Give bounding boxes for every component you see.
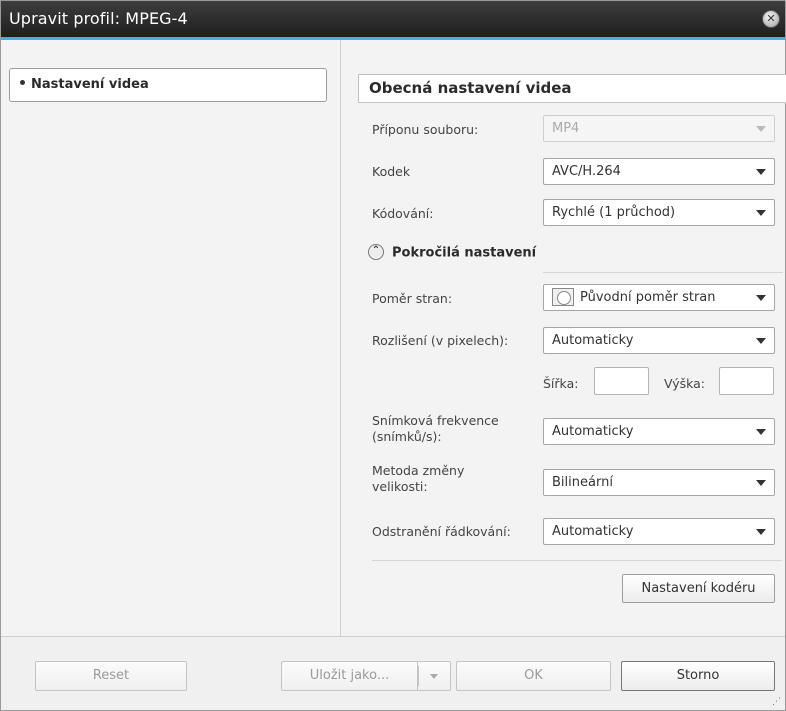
extension-label: Příponu souboru: [372,122,479,137]
frame-rate-label-line2: (snímků/s): [372,429,442,444]
encoder-settings-button[interactable]: Nastavení kodéru [622,574,775,603]
resize-method-label-line2: velikosti: [372,479,428,494]
width-label: Šířka: [543,376,579,391]
resize-grip-icon[interactable]: ⋰ [772,697,782,707]
section-title: Obecná nastavení videa [358,74,786,103]
aspect-ratio-icon [552,287,574,306]
frame-rate-value: Automaticky [552,424,634,439]
codec-value: AVC/H.264 [552,164,621,179]
resolution-label: Rozlišení (v pixelech): [372,333,509,348]
chevron-down-icon [756,338,766,344]
save-as-dropdown[interactable] [417,661,451,691]
save-as-split-button[interactable]: Uložit jako... [281,661,451,691]
extension-value: MP4 [552,121,580,136]
footer: Reset Uložit jako... OK Storno ⋰ [1,636,785,710]
aspect-ratio-value: Původní poměr stran [580,290,716,305]
resize-method-select[interactable]: Bilineární [543,469,775,496]
divider [543,272,783,273]
chevron-down-icon [756,295,766,301]
deinterlace-label: Odstranění řádkování: [372,524,511,539]
width-input[interactable] [594,367,649,395]
deinterlace-select[interactable]: Automaticky [543,518,775,545]
codec-label: Kodek [372,164,411,179]
ok-button[interactable]: OK [456,661,611,691]
encoding-value: Rychlé (1 průchod) [552,205,676,220]
aspect-ratio-select[interactable]: Původní poměr stran [543,284,775,311]
codec-select[interactable]: AVC/H.264 [543,158,775,185]
chevron-up-icon: ⌃ [368,244,384,260]
resize-method-value: Bilineární [552,475,613,490]
title-bar: Upravit profil: MPEG-4 ✕ [1,1,785,37]
chevron-down-icon [756,169,766,175]
divider [372,560,782,561]
edit-profile-dialog: Upravit profil: MPEG-4 ✕ Nastavení videa… [0,0,786,711]
chevron-down-icon [756,480,766,486]
close-icon[interactable]: ✕ [762,10,780,28]
advanced-settings-label: Pokročilá nastavení [392,245,537,261]
cancel-button[interactable]: Storno [621,661,775,691]
bullet-icon [20,80,25,85]
chevron-down-icon [756,529,766,535]
save-as-button[interactable]: Uložit jako... [281,661,417,691]
aspect-ratio-label: Poměr stran: [372,291,453,306]
deinterlace-value: Automaticky [552,524,634,539]
frame-rate-select[interactable]: Automaticky [543,418,775,445]
separator [418,666,419,686]
settings-panel: Obecná nastavení videa Příponu souboru: … [342,40,786,636]
reset-button[interactable]: Reset [35,661,187,691]
height-input[interactable] [719,367,774,395]
sidebar-item-video-settings[interactable]: Nastavení videa [9,68,327,102]
chevron-down-icon [756,126,766,132]
window-title: Upravit profil: MPEG-4 [9,9,188,28]
chevron-down-icon [756,210,766,216]
chevron-down-icon [756,429,766,435]
resize-method-label-line1: Metoda změny [372,463,465,478]
sidebar-item-label: Nastavení videa [31,77,149,92]
extension-select[interactable]: MP4 [543,115,775,142]
frame-rate-label-line1: Snímková frekvence [372,413,499,428]
advanced-settings-toggle[interactable]: ⌃ Pokročilá nastavení [368,244,537,261]
sidebar: Nastavení videa [1,40,341,636]
resolution-value: Automaticky [552,333,634,348]
chevron-down-icon [430,674,438,679]
encoding-select[interactable]: Rychlé (1 průchod) [543,199,775,226]
resolution-select[interactable]: Automaticky [543,327,775,354]
frame-rate-label: Snímková frekvence (snímků/s): [372,413,499,445]
height-label: Výška: [664,376,706,391]
encoding-label: Kódování: [372,206,434,221]
resize-method-label: Metoda změny velikosti: [372,463,464,495]
